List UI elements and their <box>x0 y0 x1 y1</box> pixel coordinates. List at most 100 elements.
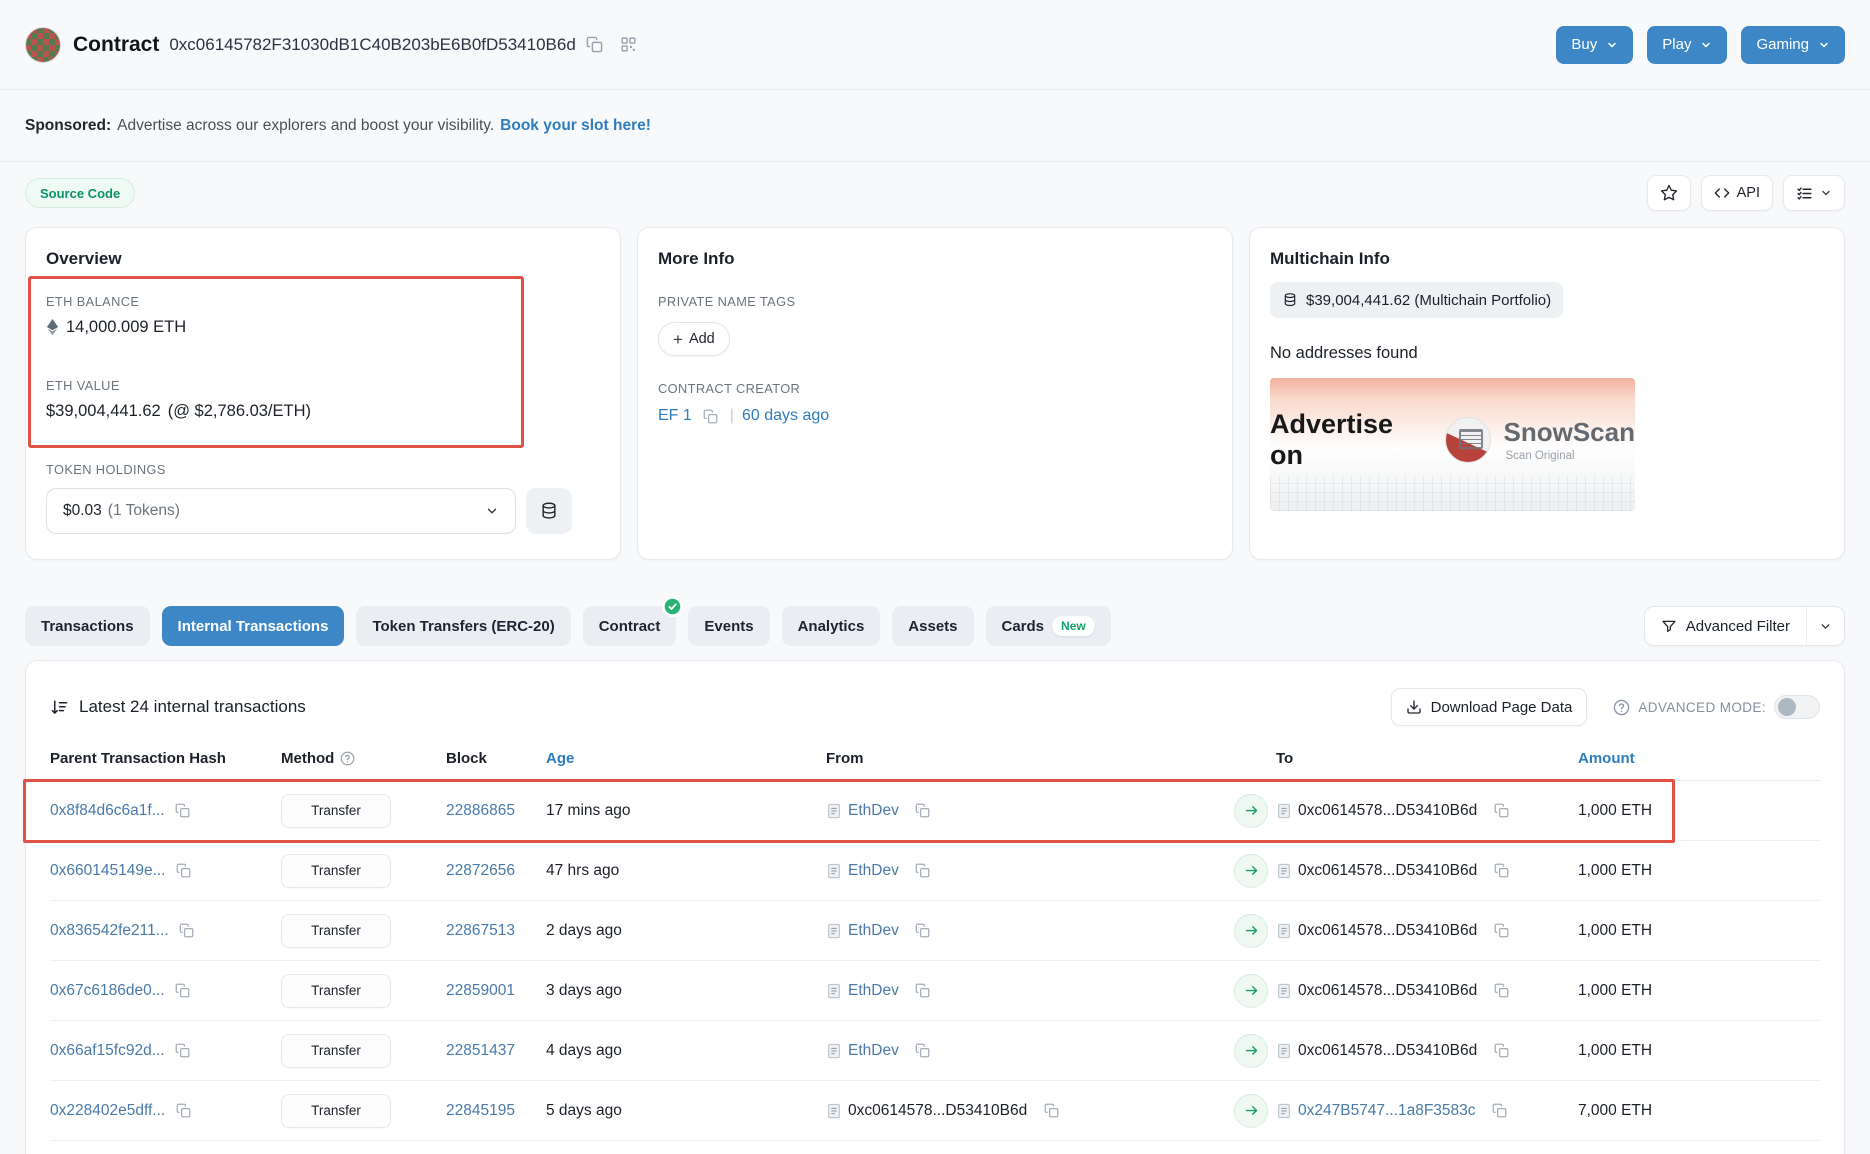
copy-hash-button[interactable] <box>172 800 194 822</box>
checklist-icon <box>1796 185 1813 202</box>
from-address-link[interactable]: 0xc0614578...D53410B6d <box>848 1102 1027 1120</box>
copy-icon <box>915 983 930 998</box>
overview-card: Overview ETH BALANCE 14,000.009 ETH ETH … <box>25 227 621 560</box>
advanced-mode-toggle[interactable] <box>1774 695 1820 719</box>
tab-transactions[interactable]: Transactions <box>25 606 150 646</box>
parent-tx-hash-link[interactable]: 0x836542fe211... <box>50 922 169 940</box>
method-badge[interactable]: Transfer <box>281 794 391 828</box>
copy-icon <box>1494 923 1509 938</box>
api-button[interactable]: API <box>1701 175 1773 211</box>
advanced-filter-dropdown-button[interactable] <box>1806 607 1844 645</box>
copy-from-button[interactable] <box>912 860 934 882</box>
block-link[interactable]: 22859001 <box>446 982 515 1000</box>
buy-button[interactable]: Buy <box>1556 26 1633 64</box>
method-badge[interactable]: Transfer <box>281 974 391 1008</box>
age-value: 47 hrs ago <box>546 862 826 880</box>
add-name-tag-button[interactable]: + Add <box>658 322 730 356</box>
column-header-age[interactable]: Age <box>546 750 826 767</box>
parent-tx-hash-link[interactable]: 0x660145149e... <box>50 862 166 880</box>
ad-banner[interactable]: Advertise on SnowScan Scan Original <box>1270 378 1635 511</box>
copy-icon <box>915 1043 930 1058</box>
block-link[interactable]: 22872656 <box>446 862 515 880</box>
method-badge[interactable]: Transfer <box>281 914 391 948</box>
copy-icon <box>915 863 930 878</box>
to-address-link[interactable]: 0x247B5747...1a8F3583c <box>1298 1102 1476 1120</box>
to-address-link[interactable]: 0xc0614578...D53410B6d <box>1298 922 1477 940</box>
parent-tx-hash-link[interactable]: 0x66af15fc92d... <box>50 1042 165 1060</box>
source-code-badge[interactable]: Source Code <box>25 178 135 208</box>
parent-tx-hash-link[interactable]: 0x228402e5dff... <box>50 1102 165 1120</box>
from-address-link[interactable]: EthDev <box>848 1042 899 1060</box>
from-address-link[interactable]: EthDev <box>848 922 899 940</box>
parent-tx-hash-link[interactable]: 0x8f84d6c6a1f... <box>50 802 165 820</box>
help-circle-icon <box>1613 699 1630 716</box>
to-address-link[interactable]: 0xc0614578...D53410B6d <box>1298 982 1477 1000</box>
sponsored-bar: Sponsored: Advertise across our explorer… <box>0 90 1870 162</box>
parent-tx-hash-link[interactable]: 0x67c6186de0... <box>50 982 165 1000</box>
copy-creator-button[interactable] <box>700 405 722 427</box>
eth-value-value: $39,004,441.62 (@ $2,786.03/ETH) <box>46 400 600 422</box>
tab-contract[interactable]: Contract <box>583 606 677 646</box>
block-link[interactable]: 22845195 <box>446 1102 515 1120</box>
advanced-filter-group: Advanced Filter <box>1644 606 1845 646</box>
copy-hash-button[interactable] <box>172 1040 194 1062</box>
copy-hash-button[interactable] <box>172 980 194 1002</box>
creation-tx-link[interactable]: 60 days ago <box>742 405 829 427</box>
copy-from-button[interactable] <box>1040 1100 1062 1122</box>
copy-to-button[interactable] <box>1490 800 1512 822</box>
token-holdings-select[interactable]: $0.03 (1 Tokens) <box>46 488 516 534</box>
contract-file-icon <box>826 1043 842 1059</box>
from-address-link[interactable]: EthDev <box>848 862 899 880</box>
tab-assets[interactable]: Assets <box>892 606 973 646</box>
token-wallet-button[interactable] <box>526 488 572 534</box>
tab-cards[interactable]: Cards New <box>986 606 1111 646</box>
qr-code-button[interactable] <box>614 30 644 60</box>
to-address-link[interactable]: 0xc0614578...D53410B6d <box>1298 1042 1477 1060</box>
advanced-filter-button[interactable]: Advanced Filter <box>1645 607 1806 645</box>
copy-hash-button[interactable] <box>172 1100 194 1122</box>
download-page-data-button[interactable]: Download Page Data <box>1391 688 1588 726</box>
tab-internal-transactions[interactable]: Internal Transactions <box>162 606 345 646</box>
favorite-button[interactable] <box>1647 175 1691 211</box>
copy-to-button[interactable] <box>1490 860 1512 882</box>
from-address-link[interactable]: EthDev <box>848 982 899 1000</box>
view-options-button[interactable] <box>1783 175 1845 211</box>
copy-to-button[interactable] <box>1490 920 1512 942</box>
copy-to-button[interactable] <box>1490 980 1512 1002</box>
copy-address-button[interactable] <box>580 30 610 60</box>
copy-to-button[interactable] <box>1490 1040 1512 1062</box>
gaming-button[interactable]: Gaming <box>1741 26 1845 64</box>
multichain-portfolio-badge[interactable]: $39,004,441.62 (Multichain Portfolio) <box>1270 282 1563 318</box>
copy-icon <box>915 923 930 938</box>
age-value: 3 days ago <box>546 982 826 1000</box>
block-link[interactable]: 22867513 <box>446 922 515 940</box>
coins-icon <box>539 501 559 521</box>
copy-hash-button[interactable] <box>173 860 195 882</box>
copy-icon <box>1494 863 1509 878</box>
copy-icon <box>175 1043 190 1058</box>
tab-events[interactable]: Events <box>688 606 769 646</box>
play-button[interactable]: Play <box>1647 26 1727 64</box>
copy-hash-button[interactable] <box>176 920 198 942</box>
tab-analytics[interactable]: Analytics <box>782 606 881 646</box>
block-link[interactable]: 22851437 <box>446 1042 515 1060</box>
to-address-link[interactable]: 0xc0614578...D53410B6d <box>1298 802 1477 820</box>
copy-from-button[interactable] <box>912 920 934 942</box>
no-addresses-text: No addresses found <box>1270 342 1824 364</box>
copy-from-button[interactable] <box>912 800 934 822</box>
method-badge[interactable]: Transfer <box>281 1094 391 1128</box>
contract-file-icon <box>826 1103 842 1119</box>
help-icon[interactable] <box>340 751 355 766</box>
to-address-link[interactable]: 0xc0614578...D53410B6d <box>1298 862 1477 880</box>
column-header-amount[interactable]: Amount <box>1546 750 1820 767</box>
copy-to-button[interactable] <box>1489 1100 1511 1122</box>
from-address-link[interactable]: EthDev <box>848 802 899 820</box>
tab-token-transfers-erc-20-[interactable]: Token Transfers (ERC-20) <box>356 606 570 646</box>
block-link[interactable]: 22886865 <box>446 802 515 820</box>
copy-from-button[interactable] <box>912 980 934 1002</box>
method-badge[interactable]: Transfer <box>281 1034 391 1068</box>
method-badge[interactable]: Transfer <box>281 854 391 888</box>
sponsored-link[interactable]: Book your slot here! <box>500 117 651 135</box>
creator-link[interactable]: EF 1 <box>658 405 692 427</box>
copy-from-button[interactable] <box>912 1040 934 1062</box>
